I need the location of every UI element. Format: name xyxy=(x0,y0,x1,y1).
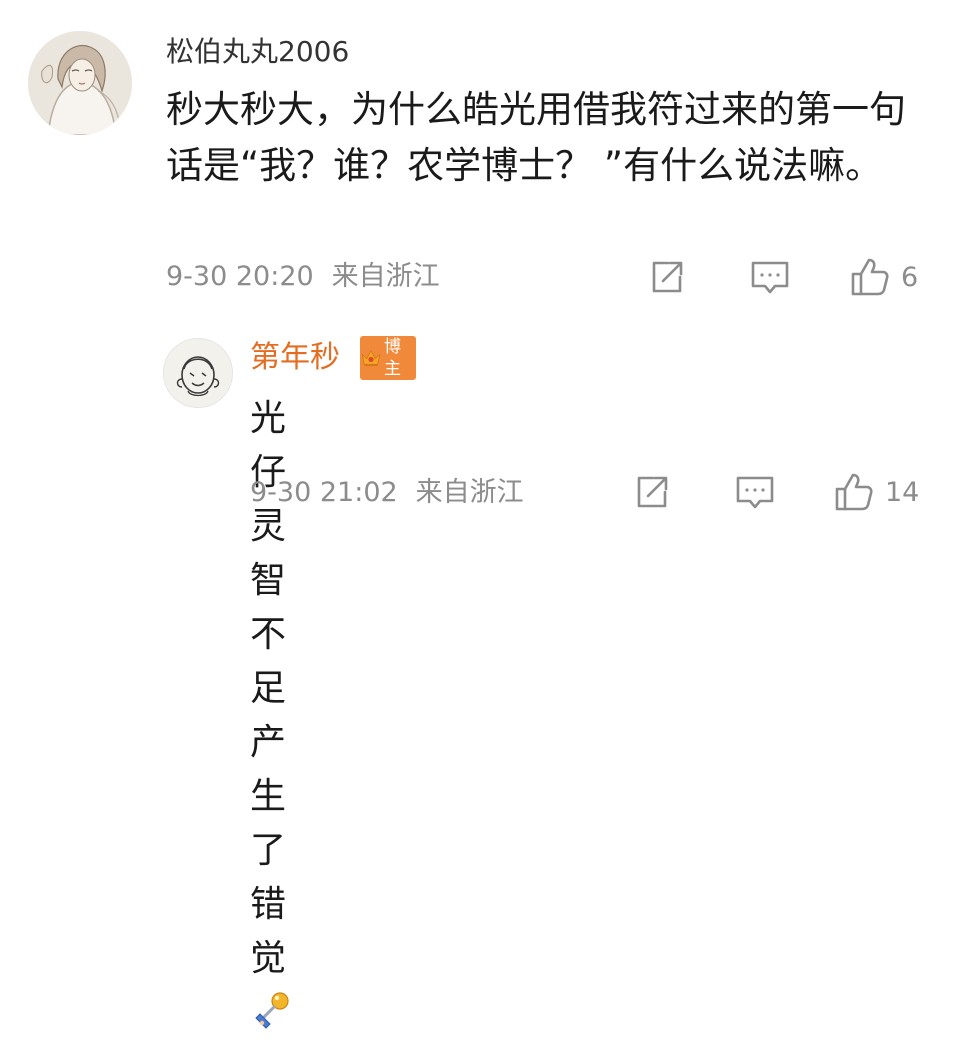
like-button[interactable]: 14 xyxy=(833,471,919,513)
comment-meta: 9-30 21:02 来自浙江 xyxy=(250,479,542,506)
user-avatar[interactable] xyxy=(28,31,132,135)
like-icon xyxy=(835,473,873,511)
comment-time: 9-30 21:02 xyxy=(250,477,398,508)
like-count: 6 xyxy=(901,261,919,293)
comment-username[interactable]: 松伯丸丸2006 xyxy=(166,38,349,66)
comment-location: 来自浙江 xyxy=(415,477,524,508)
share-icon xyxy=(637,476,668,508)
like-button[interactable]: 6 xyxy=(849,256,918,298)
like-count: 14 xyxy=(885,476,920,508)
comment-text: 秒大秒大，为什么皓光用借我符过来的第一句话是“我？谁？农学博士？ ”有什么说法嘛… xyxy=(166,88,906,187)
illustrated-girl-avatar-icon xyxy=(28,31,132,135)
reply-button[interactable] xyxy=(734,472,776,512)
comment-meta: 9-30 20:20 来自浙江 xyxy=(166,263,458,290)
share-button[interactable] xyxy=(647,257,687,297)
crown-icon xyxy=(361,350,381,367)
sketch-head-avatar-icon xyxy=(164,339,232,407)
comment-time: 9-30 20:20 xyxy=(166,261,314,292)
blogger-badge: 博主 xyxy=(360,336,416,380)
user-avatar[interactable] xyxy=(163,338,233,408)
pushpin-figure-emoji-icon xyxy=(255,992,289,1029)
comment-location: 来自浙江 xyxy=(331,261,440,292)
comment-username[interactable]: 第年秒 xyxy=(250,343,340,373)
share-icon xyxy=(652,261,683,293)
reply-icon xyxy=(736,476,774,509)
like-icon xyxy=(851,258,889,296)
reply-button[interactable] xyxy=(749,257,791,297)
reply-icon xyxy=(751,261,789,294)
share-button[interactable] xyxy=(632,472,672,512)
